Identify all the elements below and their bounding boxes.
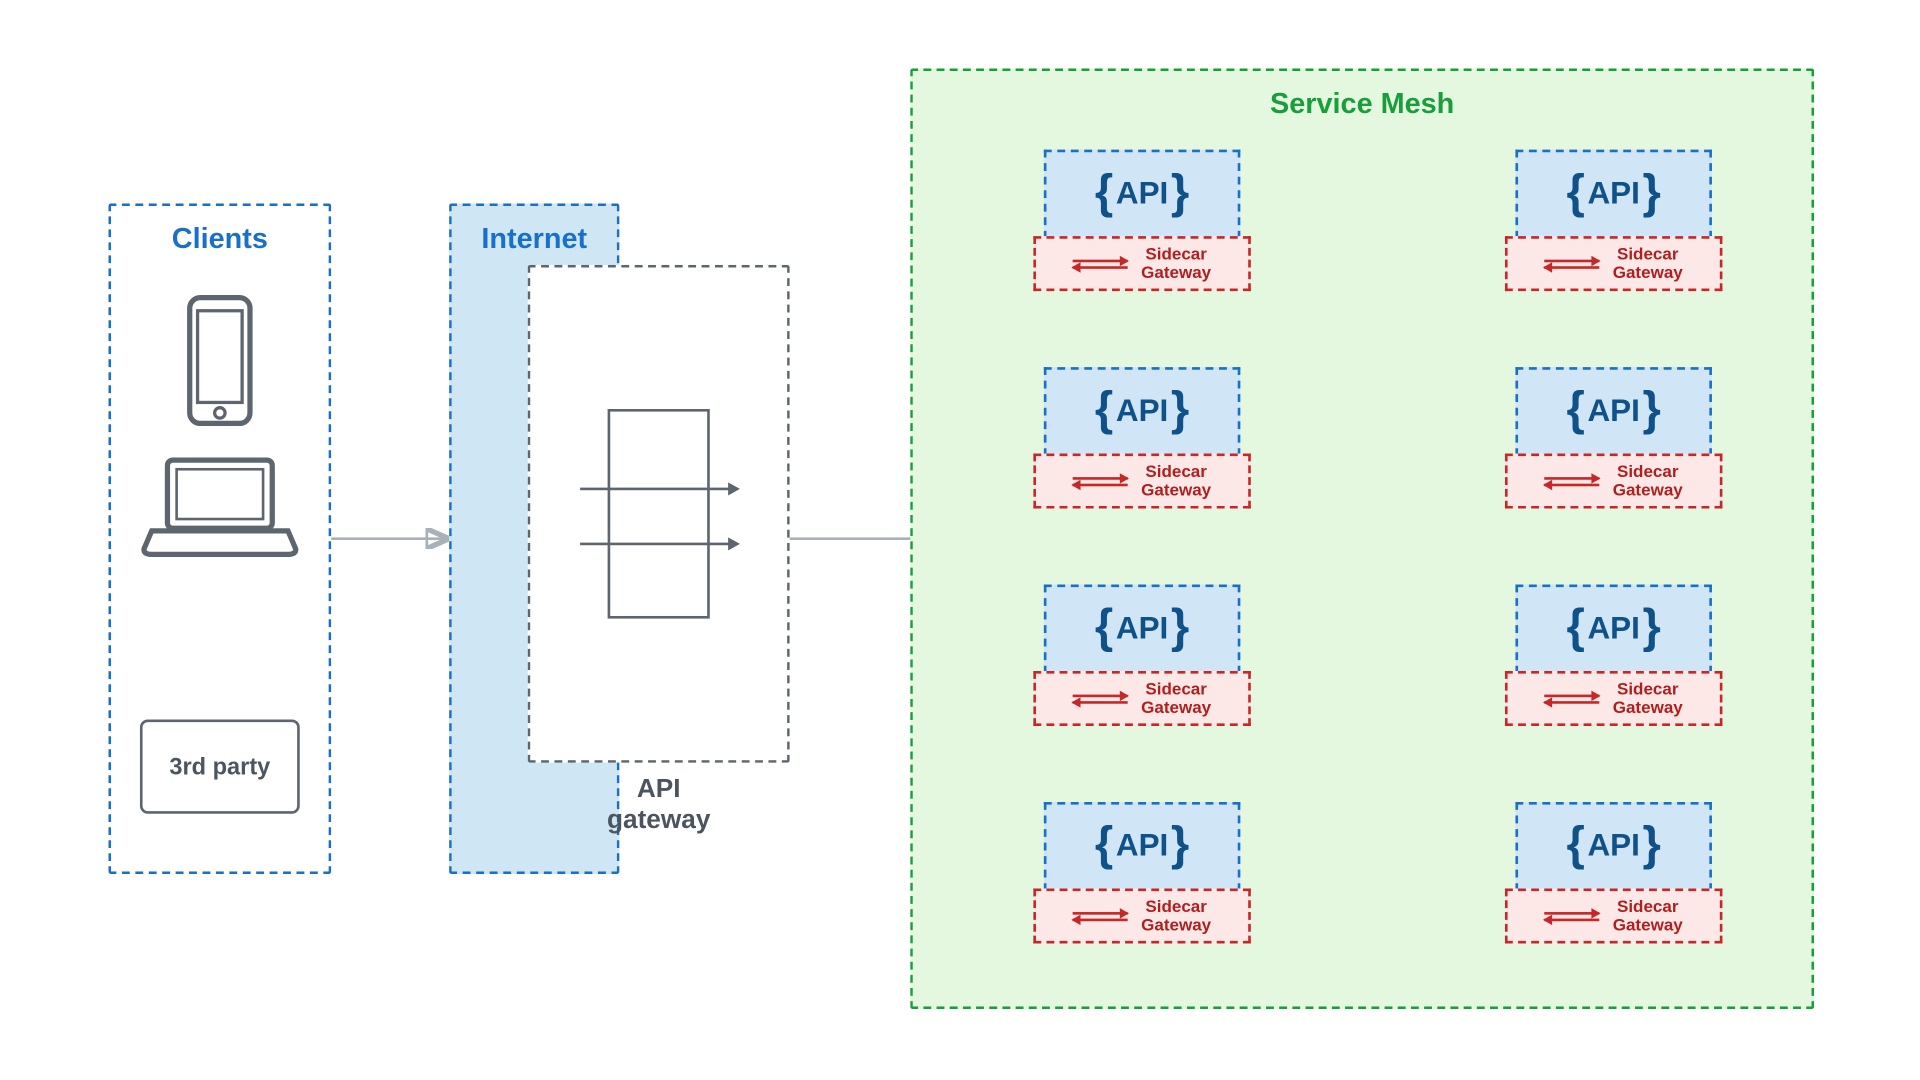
clients-panel: Clients 3rd party [109,203,332,874]
gateway-flow-arrow-2 [580,543,737,546]
api-label: API [1587,393,1639,430]
sidecar-arrows-icon [1073,694,1128,703]
api-label: API [1116,611,1168,648]
brace-left-icon: { [1095,164,1113,219]
api-box: {API} [1515,150,1712,239]
api-service-block: {API} SidecarGateway [1515,367,1712,508]
brace-right-icon: } [1171,164,1189,219]
sidecar-gateway-box: SidecarGateway [1033,236,1250,291]
api-box: {API} [1515,802,1712,891]
api-service-block: {API} SidecarGateway [1044,367,1240,508]
sidecar-arrows-icon [1545,259,1600,268]
sidecar-label: SidecarGateway [1613,898,1683,934]
brace-right-icon: } [1171,599,1189,654]
api-service-block: {API} SidecarGateway [1515,585,1712,726]
laptop-icon [111,455,328,557]
brace-left-icon: { [1566,381,1584,436]
brace-right-icon: } [1643,599,1661,654]
sidecar-arrows-icon [1073,259,1128,268]
api-box: {API} [1515,585,1712,674]
sidecar-arrows-icon [1545,476,1600,485]
service-mesh-panel: Service Mesh {API}SidecarGateway{API}Sid… [910,68,1814,1009]
brace-left-icon: { [1566,164,1584,219]
sidecar-gateway-box: SidecarGateway [1033,671,1250,726]
brace-left-icon: { [1566,599,1584,654]
brace-left-icon: { [1095,599,1113,654]
api-service-block: {API} SidecarGateway [1044,150,1240,291]
sidecar-label: SidecarGateway [1141,463,1211,499]
brace-right-icon: } [1171,816,1189,871]
brace-left-icon: { [1566,816,1584,871]
sidecar-label: SidecarGateway [1141,246,1211,282]
api-service-block: {API} SidecarGateway [1044,802,1240,943]
api-service-block: {API} SidecarGateway [1515,802,1712,943]
api-service-block: {API} SidecarGateway [1515,150,1712,291]
sidecar-gateway-box: SidecarGateway [1505,671,1722,726]
sidecar-label: SidecarGateway [1141,898,1211,934]
api-box: {API} [1044,150,1240,239]
gateway-flow-arrow-1 [580,488,737,491]
sidecar-label: SidecarGateway [1141,681,1211,717]
api-label: API [1587,611,1639,648]
architecture-diagram: Clients 3rd party Internet API gateway [4,3,1917,1077]
phone-icon [111,295,328,426]
clients-title: Clients [111,222,328,256]
sidecar-label: SidecarGateway [1613,463,1683,499]
third-party-box: 3rd party [140,719,300,813]
sidecar-arrows-icon [1073,476,1128,485]
api-label: API [1587,176,1639,213]
gateway-inner-icon [608,409,710,619]
api-box: {API} [1044,585,1240,674]
brace-right-icon: } [1643,381,1661,436]
api-box: {API} [1515,367,1712,456]
sidecar-gateway-box: SidecarGateway [1033,454,1250,509]
internet-title: Internet [452,222,617,256]
api-label: API [1587,828,1639,865]
api-label: API [1116,176,1168,213]
brace-left-icon: { [1095,381,1113,436]
sidecar-label: SidecarGateway [1613,246,1683,282]
sidecar-gateway-box: SidecarGateway [1505,236,1722,291]
api-label: API [1116,828,1168,865]
api-box: {API} [1044,367,1240,456]
api-label: API [1116,393,1168,430]
sidecar-gateway-box: SidecarGateway [1505,454,1722,509]
sidecar-gateway-box: SidecarGateway [1033,888,1250,943]
api-gateway-box [528,265,790,763]
service-mesh-title: Service Mesh [913,87,1812,121]
brace-left-icon: { [1095,816,1113,871]
sidecar-arrows-icon [1073,911,1128,920]
api-gateway-label: API gateway [528,773,790,836]
sidecar-arrows-icon [1545,694,1600,703]
brace-right-icon: } [1171,381,1189,436]
sidecar-label: SidecarGateway [1613,681,1683,717]
api-box: {API} [1044,802,1240,891]
sidecar-gateway-box: SidecarGateway [1505,888,1722,943]
sidecar-arrows-icon [1545,911,1600,920]
brace-right-icon: } [1643,816,1661,871]
api-service-block: {API} SidecarGateway [1044,585,1240,726]
brace-right-icon: } [1643,164,1661,219]
